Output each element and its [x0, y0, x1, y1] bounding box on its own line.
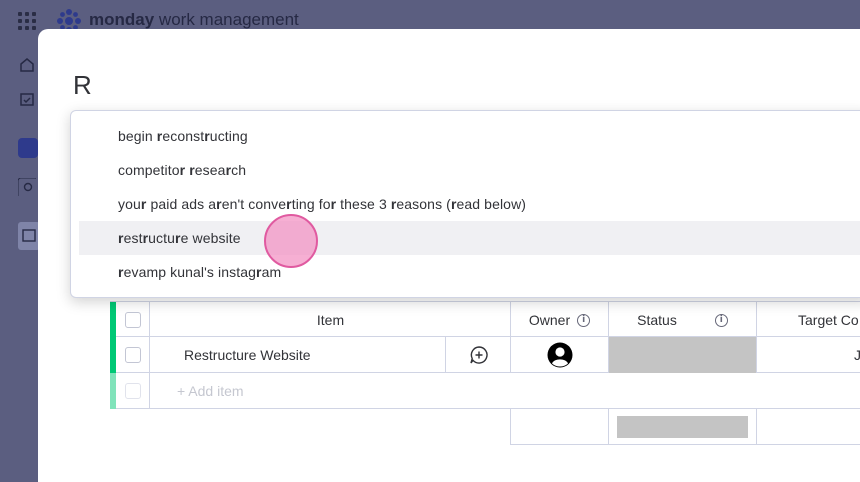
home-icon[interactable] — [18, 56, 36, 74]
table-row[interactable]: Restructure Website J — [110, 337, 860, 373]
board-icon[interactable] — [18, 222, 40, 250]
suggestion-item[interactable]: begin reconstructing — [79, 119, 860, 153]
column-header-item[interactable]: Item — [149, 302, 511, 338]
add-update-icon[interactable] — [469, 345, 489, 365]
brand-name: monday work management — [89, 10, 299, 29]
owner-summary — [510, 409, 608, 445]
suggestion-item-highlighted[interactable]: restructure website — [79, 221, 860, 255]
owner-cell[interactable] — [510, 337, 608, 373]
item-name-cell[interactable]: Restructure Website — [149, 337, 445, 373]
column-header-owner[interactable]: Owner i — [510, 302, 608, 338]
suggestion-item[interactable]: competitor research — [79, 153, 860, 187]
search-icon[interactable] — [18, 178, 36, 196]
sidebar — [0, 42, 40, 482]
summary-row — [110, 409, 860, 445]
suggestion-item[interactable]: your paid ads aren't converting for thes… — [79, 187, 860, 221]
add-item-row[interactable]: + Add item — [110, 373, 860, 409]
status-summary-bar — [617, 415, 748, 438]
status-cell[interactable] — [608, 337, 756, 373]
add-item-input[interactable]: + Add item — [149, 373, 860, 409]
click-indicator — [264, 214, 318, 268]
select-all-checkbox[interactable] — [124, 312, 141, 328]
row-select-cell — [116, 337, 149, 373]
target-summary — [756, 409, 860, 445]
row-checkbox[interactable] — [124, 347, 141, 363]
column-header-target[interactable]: Target Co — [756, 302, 860, 338]
updates-cell[interactable] — [445, 337, 511, 373]
autocomplete-dropdown: begin reconstructing competitor research… — [70, 110, 860, 298]
apps-grid-icon[interactable] — [18, 12, 36, 30]
avatar-icon[interactable] — [547, 342, 573, 368]
info-icon[interactable]: i — [714, 313, 728, 327]
column-header-status[interactable]: Status i — [608, 302, 756, 338]
suggestion-item[interactable]: revamp kunal's instagram — [79, 255, 860, 289]
my-work-icon[interactable] — [18, 90, 36, 108]
table-header-row: Item Owner i Status i Target Co — [110, 301, 860, 338]
add-row-select-cell — [116, 373, 149, 409]
info-icon[interactable]: i — [577, 313, 591, 327]
target-cell[interactable]: J — [756, 337, 860, 373]
workspace-icon[interactable] — [18, 138, 38, 158]
header-select-cell — [116, 302, 149, 338]
item-name-input[interactable]: R — [73, 70, 92, 101]
add-row-checkbox — [124, 383, 141, 399]
status-summary — [608, 409, 756, 445]
